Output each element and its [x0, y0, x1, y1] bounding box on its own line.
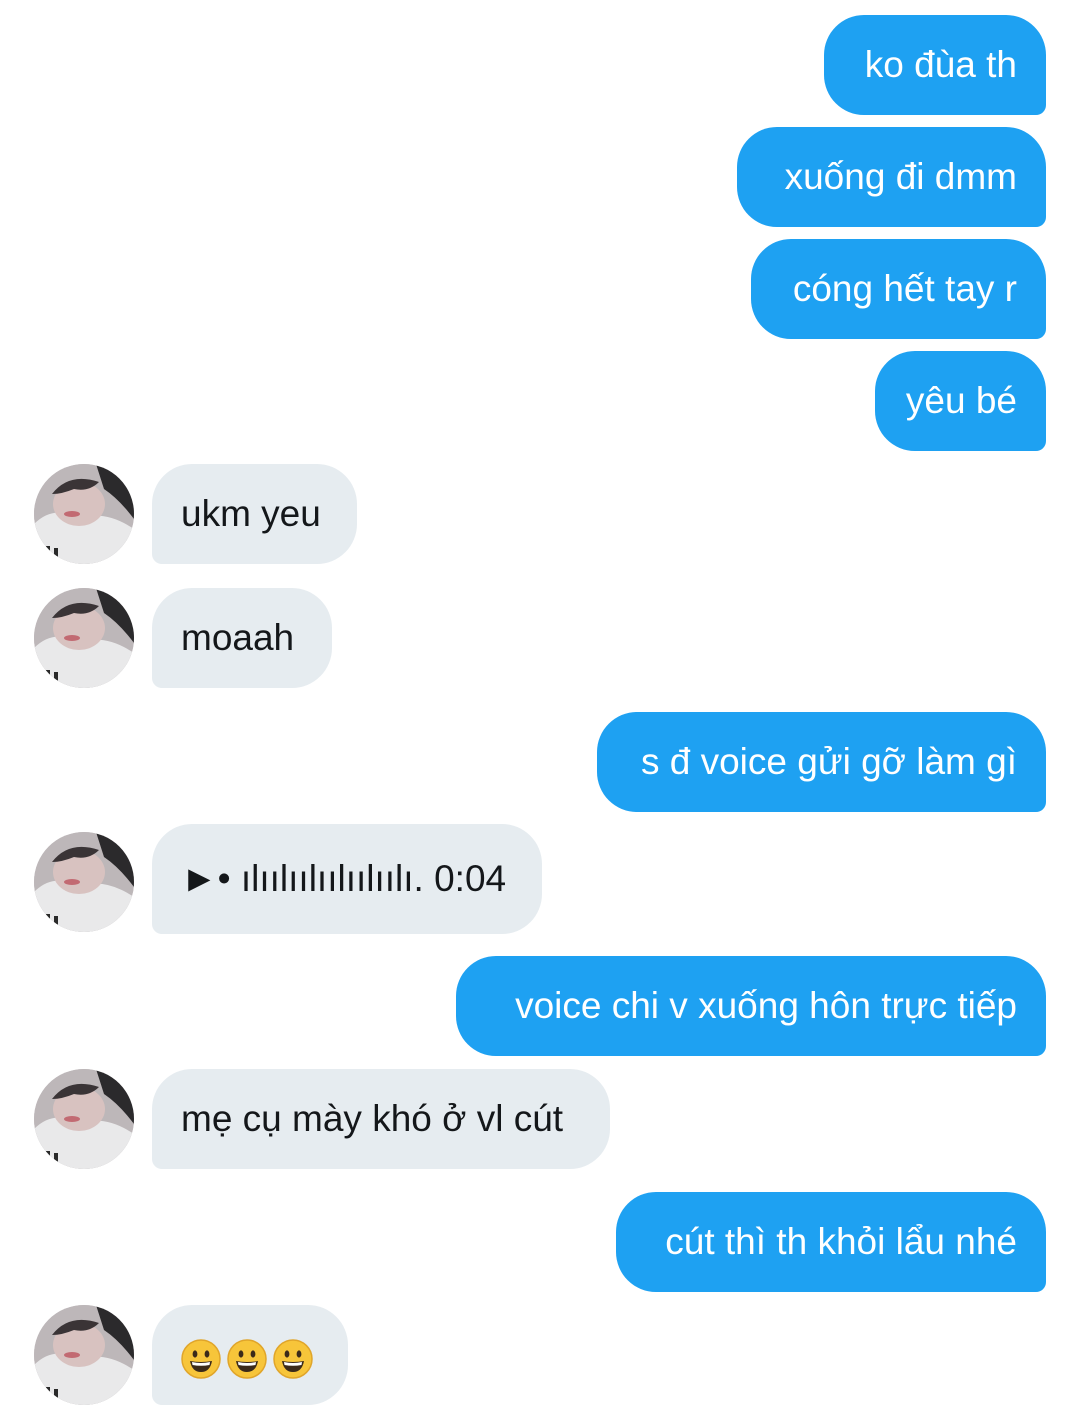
outgoing-message-bubble[interactable]: s đ voice gửi gỡ làm gì [597, 712, 1046, 812]
grinning-face-icon [181, 1339, 221, 1380]
incoming-message-bubble[interactable]: mẹ cụ mày khó ở vl cút [152, 1069, 610, 1169]
message-text: s đ voice gửi gỡ làm gì [640, 741, 1017, 782]
emoji-row [181, 1307, 319, 1407]
contact-avatar[interactable] [34, 1069, 134, 1169]
outgoing-message-bubble[interactable]: xuống đi dmm [737, 127, 1046, 227]
outgoing-message-bubble[interactable]: yêu bé [875, 351, 1046, 451]
message-text: cóng hết tay r [792, 268, 1017, 309]
incoming-message-bubble[interactable]: moaah [152, 588, 332, 688]
contact-avatar[interactable] [34, 1305, 134, 1405]
message-text: mẹ cụ mày khó ở vl cút [181, 1098, 564, 1139]
outgoing-message-bubble[interactable]: cút thì th khỏi lẩu nhé [616, 1192, 1046, 1292]
avatar-photo-icon [34, 464, 134, 564]
outgoing-message-bubble[interactable]: cóng hết tay r [751, 239, 1046, 339]
avatar-photo-icon [34, 588, 134, 688]
grinning-face-icon [273, 1339, 313, 1380]
message-text: moaah [181, 617, 295, 658]
message-text: cút thì th khỏi lẩu nhé [665, 1221, 1017, 1262]
grinning-face-icon [227, 1339, 267, 1380]
message-text: yêu bé [905, 380, 1017, 421]
contact-avatar[interactable] [34, 464, 134, 564]
avatar-photo-icon [34, 1069, 134, 1169]
avatar-photo-icon [34, 1305, 134, 1405]
message-text: ukm yeu [181, 493, 321, 534]
voice-message-text: ►• ılıılıılıılıılıılı. 0:04 [181, 858, 507, 899]
message-text: xuống đi dmm [784, 156, 1017, 197]
contact-avatar[interactable] [34, 588, 134, 688]
message-text: ko đùa th [864, 44, 1017, 85]
contact-avatar[interactable] [34, 832, 134, 932]
avatar-photo-icon [34, 832, 134, 932]
emoji-message-bubble[interactable] [152, 1305, 348, 1405]
outgoing-message-bubble[interactable]: voice chi v xuống hôn trực tiếp [456, 956, 1046, 1056]
incoming-message-bubble[interactable]: ukm yeu [152, 464, 357, 564]
outgoing-message-bubble[interactable]: ko đùa th [824, 15, 1046, 115]
voice-message-bubble[interactable]: ►• ılıılıılıılıılıılı. 0:04 [152, 824, 542, 934]
message-text: voice chi v xuống hôn trực tiếp [515, 985, 1017, 1026]
